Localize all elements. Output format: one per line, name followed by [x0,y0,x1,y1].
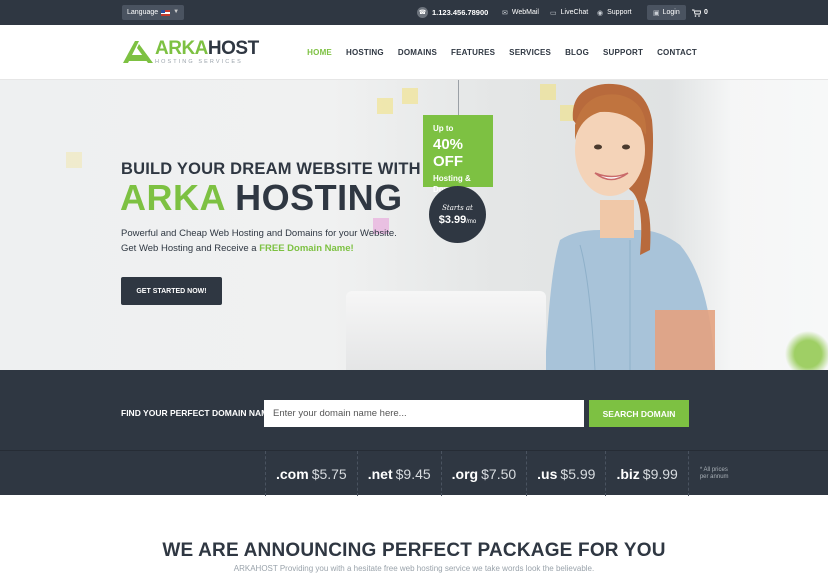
tld-extension: .com [276,465,309,482]
sticky-note-decoration [377,98,393,114]
tld-extension: .us [537,465,558,482]
chat-icon: ▭ [550,9,557,17]
mail-icon: ✉ [502,9,508,17]
support-link[interactable]: ◉ Support [597,0,632,25]
phone-icon: ☎ [417,7,428,18]
language-label: Language [127,9,159,16]
nav-features[interactable]: FEATURES [444,48,502,57]
hero-description: Powerful and Cheap Web Hosting and Domai… [121,227,411,256]
promo-upto: Up to [433,124,454,133]
nav-domains[interactable]: DOMAINS [391,48,444,57]
cart-count: 0 [704,9,708,16]
tag-string [458,80,459,116]
webmail-link[interactable]: ✉ WebMail [502,0,539,25]
phone-number: 1.123.456.78900 [432,8,489,17]
tld-note-line2: per annum [699,473,729,480]
price-badge: Starts at $3.99/mo [429,186,486,243]
tld-extension: .net [367,465,393,482]
tld-item: .biz $9.99 [605,451,687,496]
tld-item: .net $9.45 [356,451,441,496]
login-button[interactable]: ▣ Login [647,5,686,20]
tld-price: $5.75 [311,465,347,482]
support-label: Support [607,9,632,16]
nav-support[interactable]: SUPPORT [596,48,650,57]
hero-title-hosting: HOSTING [235,177,403,218]
tld-price: $9.45 [395,465,431,482]
livechat-link[interactable]: ▭ LiveChat [550,0,588,25]
cart-icon [692,9,701,17]
price-value: $3.99 [438,213,467,226]
nav-services[interactable]: SERVICES [502,48,558,57]
free-domain-highlight: FREE Domain Name! [259,242,354,254]
logo[interactable]: ARKAHOST HOSTING SERVICES [123,39,259,67]
hero-section: BUILD YOUR DREAM WEBSITE WITH ARKA HOSTI… [0,80,828,370]
chevron-down-icon: ▼ [173,9,180,15]
top-bar: Language ▼ ☎ 1.123.456.78900 ✉ WebMail ▭… [0,0,828,25]
hero-description-line2: Get Web Hosting and Receive a [121,242,260,254]
tld-note-line1: * All prices [699,466,728,473]
tld-item: .com $5.75 [265,451,357,496]
tld-extension: .biz [616,465,640,482]
hero-title-arka: ARKA [120,177,225,218]
search-domain-button[interactable]: SEARCH DOMAIN [589,400,689,427]
domain-search-label: FIND YOUR PERFECT DOMAIN NAME: [121,408,277,418]
tld-item: .org $7.50 [440,451,527,496]
tld-extension: .org [451,465,479,482]
site-header: ARKAHOST HOSTING SERVICES HOME HOSTING D… [0,25,828,80]
sticky-note-decoration [402,88,418,104]
phone-contact[interactable]: ☎ 1.123.456.78900 [417,0,488,25]
livechat-label: LiveChat [560,9,589,16]
nav-hosting[interactable]: HOSTING [339,48,391,57]
tld-item: .us $5.99 [526,451,605,496]
hero-description-line1: Powerful and Cheap Web Hosting and Domai… [121,228,397,239]
cart-button[interactable]: 0 [692,0,708,25]
main-nav: HOME HOSTING DOMAINS FEATURES SERVICES B… [300,25,704,80]
support-icon: ◉ [597,9,604,17]
logo-mark-icon [123,41,153,63]
domain-search-input[interactable] [264,400,584,427]
laptop-image [346,291,546,370]
price-starts-at: Starts at [442,203,473,212]
plant-decoration [778,330,828,370]
price-period: /mo [466,218,477,225]
announce-title: WE ARE ANNOUNCING PERFECT PACKAGE FOR YO… [162,540,666,561]
tld-price-note: * All prices per annum [687,451,748,496]
language-selector[interactable]: Language ▼ [122,5,185,20]
logo-host: HOST [207,38,259,59]
tld-price: $9.99 [642,465,678,482]
login-label: Login [662,9,680,16]
tld-pricing-row: .com $5.75 .net $9.45 .org $7.50 .us $5.… [265,451,748,496]
hero-title: ARKA HOSTING [120,178,403,218]
lock-icon: ▣ [653,9,660,17]
promo-what-line1: Hosting & [433,174,471,183]
domain-search-section: FIND YOUR PERFECT DOMAIN NAME: SEARCH DO… [0,370,828,450]
announce-subtitle: ARKAHOST Providing you with a hesitate f… [233,564,595,573]
tld-price: $7.50 [481,465,517,482]
nav-home[interactable]: HOME [300,48,339,57]
webmail-label: WebMail [511,9,539,16]
nav-blog[interactable]: BLOG [558,48,596,57]
sticky-note-decoration [66,152,82,168]
tld-pricing-section: .com $5.75 .net $9.45 .org $7.50 .us $5.… [0,450,828,496]
logo-arka: ARKA [155,38,208,59]
nav-contact[interactable]: CONTACT [650,48,704,57]
us-flag-icon [161,9,171,16]
promo-badge: Up to 40% OFF Hosting & Domains [423,115,493,194]
price-amount: $3.99/mo [439,214,477,226]
logo-tagline: HOSTING SERVICES [155,59,243,65]
get-started-button[interactable]: GET STARTED NOW! [121,277,222,305]
tld-price: $5.99 [560,465,596,482]
promo-discount: 40% OFF [433,136,464,170]
